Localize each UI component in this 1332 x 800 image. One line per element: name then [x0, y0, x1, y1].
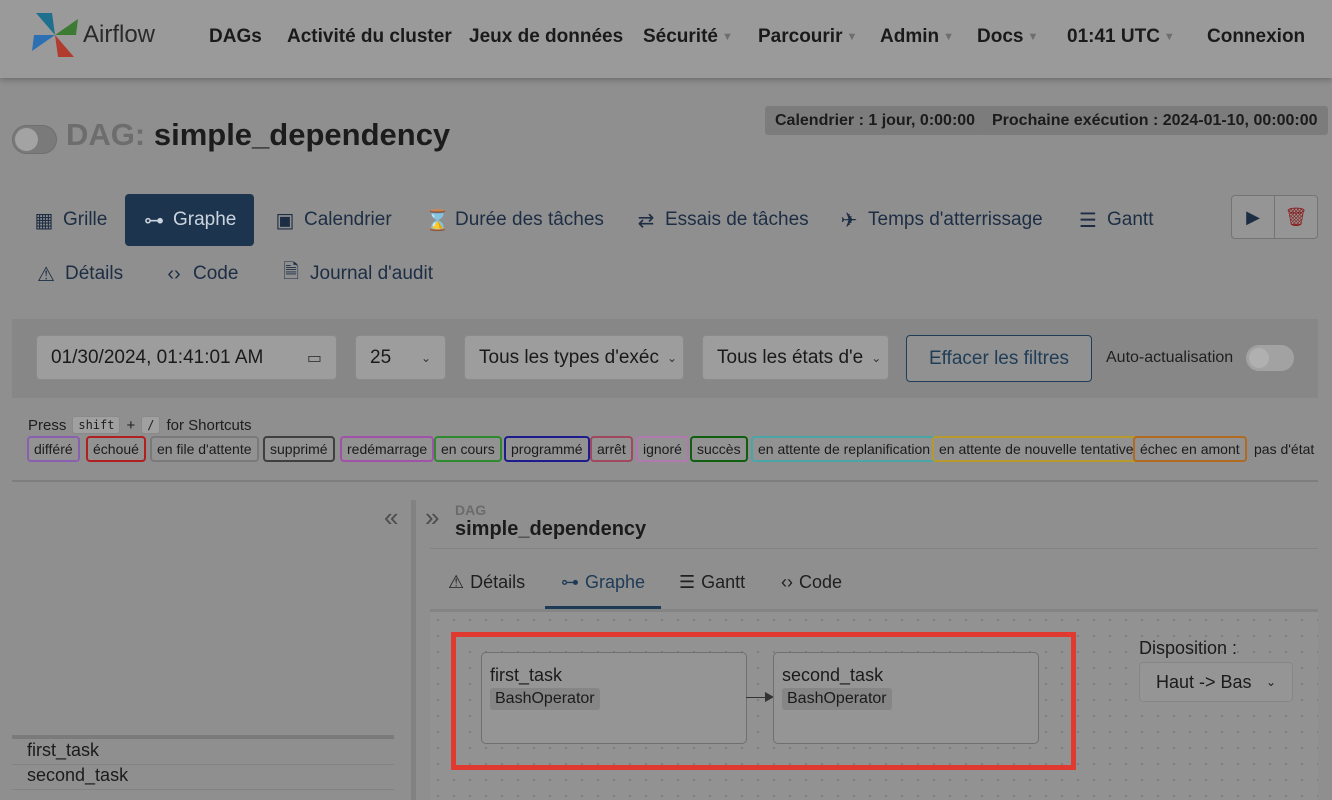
expand-panel-icon[interactable]: » [425, 502, 439, 533]
tab-audit-log[interactable]: 🗎 Journal d'audit [280, 248, 433, 300]
tab-details[interactable]: ⚠ Détails [35, 248, 123, 300]
airflow-logo-icon[interactable] [30, 11, 80, 59]
tab-task-tries[interactable]: ⇄ Essais de tâches [635, 194, 809, 246]
dag-pause-toggle[interactable] [12, 125, 57, 154]
legend-success[interactable]: succès [690, 436, 748, 462]
section-divider [12, 480, 1318, 482]
subtab-code[interactable]: ‹› Code [781, 572, 842, 593]
auto-refresh-toggle[interactable] [1246, 345, 1294, 371]
nav-docs[interactable]: Docs ▼ [977, 26, 1038, 48]
caret-down-icon: ▼ [1027, 30, 1039, 43]
details-title: simple_dependency [455, 518, 647, 540]
audit-log-icon: 🗎 [282, 261, 300, 283]
legend-up-for-reschedule[interactable]: en attente de replanification [751, 436, 938, 462]
filter-bar: 01/30/2024, 01:41:01 AM ▭ 25 ⌄ Tous les … [12, 319, 1318, 398]
next-run-badge: Prochaine exécution : 2024-01-10, 00:00:… [982, 106, 1328, 135]
task-list-item[interactable]: second_task [12, 765, 394, 790]
task-list-header [12, 735, 394, 739]
page-title: DAG: simple_dependency [66, 117, 450, 153]
kbd-shift: shift [72, 416, 121, 434]
warning-triangle-icon: ⚠ [448, 572, 465, 592]
details-kicker: DAG [455, 502, 487, 518]
plane-landing-icon: ✈ [840, 209, 858, 232]
code-icon: ‹› [781, 572, 793, 592]
legend-deferred[interactable]: différé [27, 436, 80, 462]
panel-resizer[interactable] [411, 500, 416, 800]
gantt-icon: ☰ [679, 572, 696, 592]
grid-icon: ▦ [34, 209, 54, 232]
legend-no-status[interactable]: pas d'état [1254, 441, 1314, 457]
chevron-down-icon: ⌄ [420, 350, 431, 365]
graph-icon: ⊶ [144, 209, 164, 232]
dag-title-prefix: DAG: [66, 117, 146, 152]
tab-graph[interactable]: ⊶ Graphe [125, 194, 255, 246]
nav-datasets[interactable]: Jeux de données [469, 26, 623, 48]
caret-down-icon: ▼ [1163, 30, 1175, 43]
hourglass-icon: ⌛ [425, 209, 450, 232]
brand-name[interactable]: Airflow [83, 21, 155, 49]
tab-task-duration[interactable]: ⌛ Durée des tâches [425, 194, 604, 246]
nav-dags[interactable]: DAGs [209, 26, 262, 48]
caret-down-icon: ▼ [721, 30, 733, 43]
nav-security[interactable]: Sécurité ▼ [643, 26, 733, 48]
delete-dag-button[interactable]: 🗑 [1274, 196, 1317, 238]
legend-upstream-failed[interactable]: échec en amont [1133, 436, 1247, 462]
play-icon: ▶ [1246, 206, 1260, 227]
calendar-icon: ▣ [275, 209, 295, 232]
chevron-down-icon: ⌄ [871, 350, 882, 365]
base-date-input[interactable]: 01/30/2024, 01:41:01 AM ▭ [36, 335, 337, 380]
legend-up-for-retry[interactable]: en attente de nouvelle tentative [932, 436, 1141, 462]
subtab-details[interactable]: ⚠ Détails [448, 572, 525, 593]
nav-admin[interactable]: Admin ▼ [880, 26, 954, 48]
nav-clock[interactable]: 01:41 UTC ▼ [1067, 26, 1175, 48]
repeat-icon: ⇄ [637, 209, 655, 232]
subtab-gantt[interactable]: ☰ Gantt [679, 572, 745, 593]
tab-calendar[interactable]: ▣ Calendrier [274, 194, 392, 246]
top-navbar: Airflow DAGs Activité du cluster Jeux de… [0, 0, 1332, 78]
caret-down-icon: ▼ [943, 30, 954, 43]
shortcuts-hint: Press shift + / for Shortcuts [28, 416, 252, 434]
nav-login[interactable]: Connexion [1207, 26, 1305, 48]
code-icon: ‹› [167, 262, 181, 285]
nav-browse[interactable]: Parcourir ▼ [758, 26, 857, 48]
legend-restarting[interactable]: redémarrage [340, 436, 435, 462]
chevron-down-icon: ⌄ [667, 350, 678, 365]
legend-skipped[interactable]: ignoré [636, 436, 689, 462]
tab-gantt[interactable]: ☰ Gantt [1077, 194, 1153, 246]
nav-cluster-activity[interactable]: Activité du cluster [287, 26, 452, 48]
tab-landing-times[interactable]: ✈ Temps d'atterrissage [838, 194, 1043, 246]
run-type-select[interactable]: Tous les types d'exéc ⌄ [464, 335, 684, 380]
dag-title-name: simple_dependency [153, 117, 451, 152]
auto-refresh-label: Auto-actualisation [1106, 349, 1234, 366]
tab-grid[interactable]: ▦ Grille [33, 194, 108, 246]
run-state-select[interactable]: Tous les états d'e ⌄ [702, 335, 889, 380]
subtab-graph[interactable]: ⊶ Graphe [561, 572, 645, 593]
calendar-icon: ▭ [306, 349, 322, 367]
legend-running[interactable]: en cours [434, 436, 502, 462]
layout-select[interactable]: Haut -> Bas ⌄ [1139, 662, 1293, 702]
dag-actions: ▶ 🗑 [1231, 195, 1318, 239]
details-divider [430, 548, 1318, 549]
legend-scheduled[interactable]: programmé [504, 436, 590, 462]
legend-removed[interactable]: supprimé [263, 436, 335, 462]
graph-icon: ⊶ [561, 572, 579, 592]
chevron-down-icon: ⌄ [1265, 675, 1276, 689]
caret-down-icon: ▼ [846, 30, 858, 43]
schedule-badge: Calendrier : 1 jour, 0:00:00 [765, 106, 986, 135]
trash-icon: 🗑 [1284, 206, 1308, 227]
legend-shutdown[interactable]: arrêt [590, 436, 633, 462]
legend-queued[interactable]: en file d'attente [150, 436, 259, 462]
highlight-box [451, 632, 1076, 770]
clear-filters-button[interactable]: Effacer les filtres [906, 335, 1092, 382]
layout-label: Disposition : [1139, 638, 1238, 658]
task-list-item[interactable]: first_task [12, 740, 394, 765]
trigger-dag-button[interactable]: ▶ [1232, 196, 1274, 238]
kbd-slash: / [141, 416, 161, 434]
collapse-panel-icon[interactable]: « [384, 502, 398, 533]
num-runs-select[interactable]: 25 ⌄ [355, 335, 446, 380]
tab-code[interactable]: ‹› Code [163, 248, 238, 300]
legend-failed[interactable]: échoué [86, 436, 146, 462]
gantt-icon: ☰ [1079, 209, 1097, 232]
warning-triangle-icon: ⚠ [37, 263, 55, 286]
